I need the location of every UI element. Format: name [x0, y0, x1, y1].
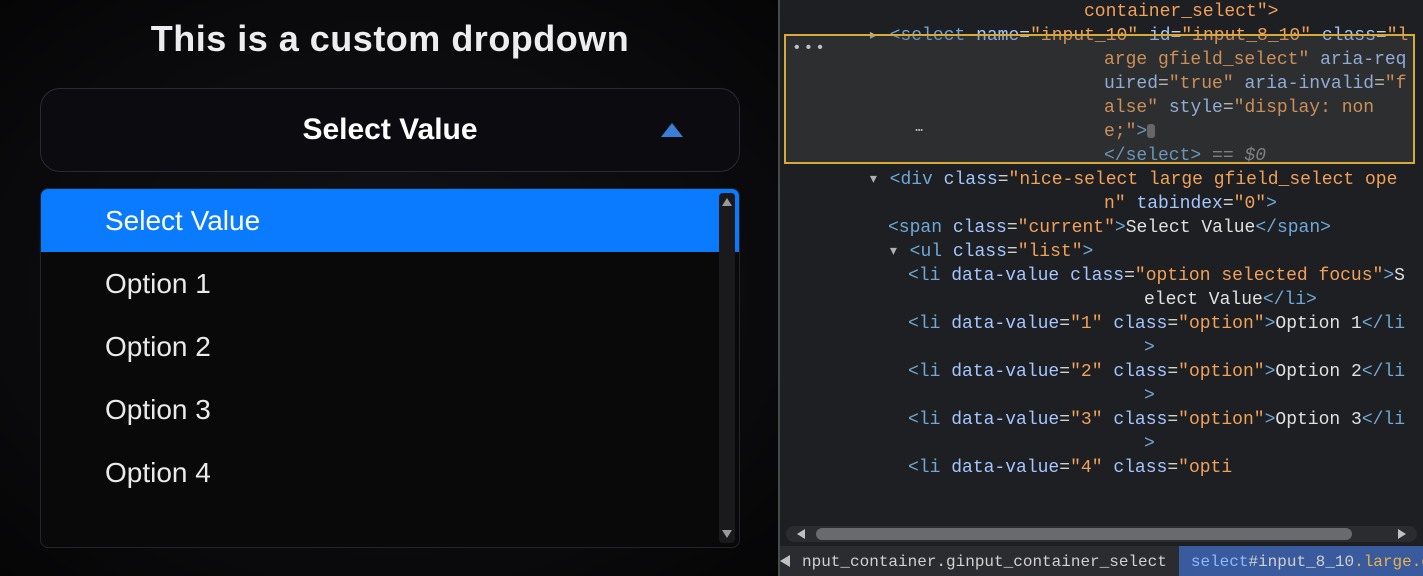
collapsed-indicator-icon: •••	[792, 36, 827, 60]
dom-node[interactable]: <span class="current">Select Value</span…	[784, 216, 1415, 240]
dom-node-selected[interactable]: ▸ <select name="input_10" id="input_8_10…	[784, 24, 1415, 168]
dom-node[interactable]: ▾ <ul class="list">	[784, 240, 1415, 264]
dropdown-option[interactable]: Option 2	[41, 315, 739, 378]
breadcrumb-back-icon[interactable]	[780, 546, 790, 576]
dropdown-options-list: Select Value Option 1 Option 2 Option 3 …	[41, 189, 739, 547]
dropdown-option[interactable]: Option 1	[41, 252, 739, 315]
dom-node[interactable]: ▾ <div class="nice-select large gfield_s…	[784, 168, 1415, 216]
dropdown-current-value: Select Value	[302, 113, 477, 147]
dom-node[interactable]: <li data-value="4" class="opti	[784, 456, 1415, 480]
ellipsis-icon[interactable]: ⋯	[1147, 124, 1155, 138]
horizontal-scrollbar[interactable]	[786, 526, 1417, 542]
scrollbar-thumb[interactable]	[816, 528, 1352, 540]
options-scrollbar[interactable]	[719, 193, 735, 543]
dropdown-trigger[interactable]: Select Value	[40, 88, 740, 172]
dropdown-container: Select Value	[40, 88, 740, 172]
expand-toggle-icon[interactable]: ▾	[868, 170, 890, 190]
breadcrumb-item-selected[interactable]: select#input_8_10.large.gfield_select	[1179, 546, 1423, 576]
breadcrumb[interactable]: nput_container.ginput_container_select s…	[780, 546, 1423, 576]
dom-node[interactable]: <li data-value="3" class="option">Option…	[784, 408, 1415, 456]
dropdown-option[interactable]: Select Value	[41, 189, 739, 252]
scroll-down-icon[interactable]	[719, 525, 735, 543]
dom-node[interactable]: <li data-value class="option selected fo…	[784, 264, 1415, 312]
expand-toggle-icon[interactable]: ▾	[888, 242, 910, 262]
page-title: This is a custom dropdown	[0, 18, 780, 60]
dom-node[interactable]: <li data-value="1" class="option">Option…	[784, 312, 1415, 360]
chevron-up-icon	[661, 123, 683, 137]
dropdown-option[interactable]: Option 3	[41, 378, 739, 441]
expand-toggle-icon[interactable]: ▸	[868, 26, 890, 46]
dom-tree[interactable]: ••• container_select"> ▸ <select name="i…	[780, 0, 1423, 516]
dropdown-option[interactable]: Option 4	[41, 441, 739, 504]
preview-pane: This is a custom dropdown Select Value S…	[0, 0, 780, 576]
dom-node[interactable]: container_select">	[784, 0, 1415, 24]
dropdown-options-panel: Select Value Option 1 Option 2 Option 3 …	[40, 188, 740, 548]
dom-node[interactable]: <li data-value="2" class="option">Option…	[784, 360, 1415, 408]
scroll-up-icon[interactable]	[719, 193, 735, 211]
devtools-elements-panel: ••• container_select"> ▸ <select name="i…	[780, 0, 1423, 576]
scroll-right-icon[interactable]	[1391, 526, 1413, 542]
breadcrumb-item[interactable]: nput_container.ginput_container_select	[790, 546, 1179, 576]
scroll-left-icon[interactable]	[790, 526, 812, 542]
